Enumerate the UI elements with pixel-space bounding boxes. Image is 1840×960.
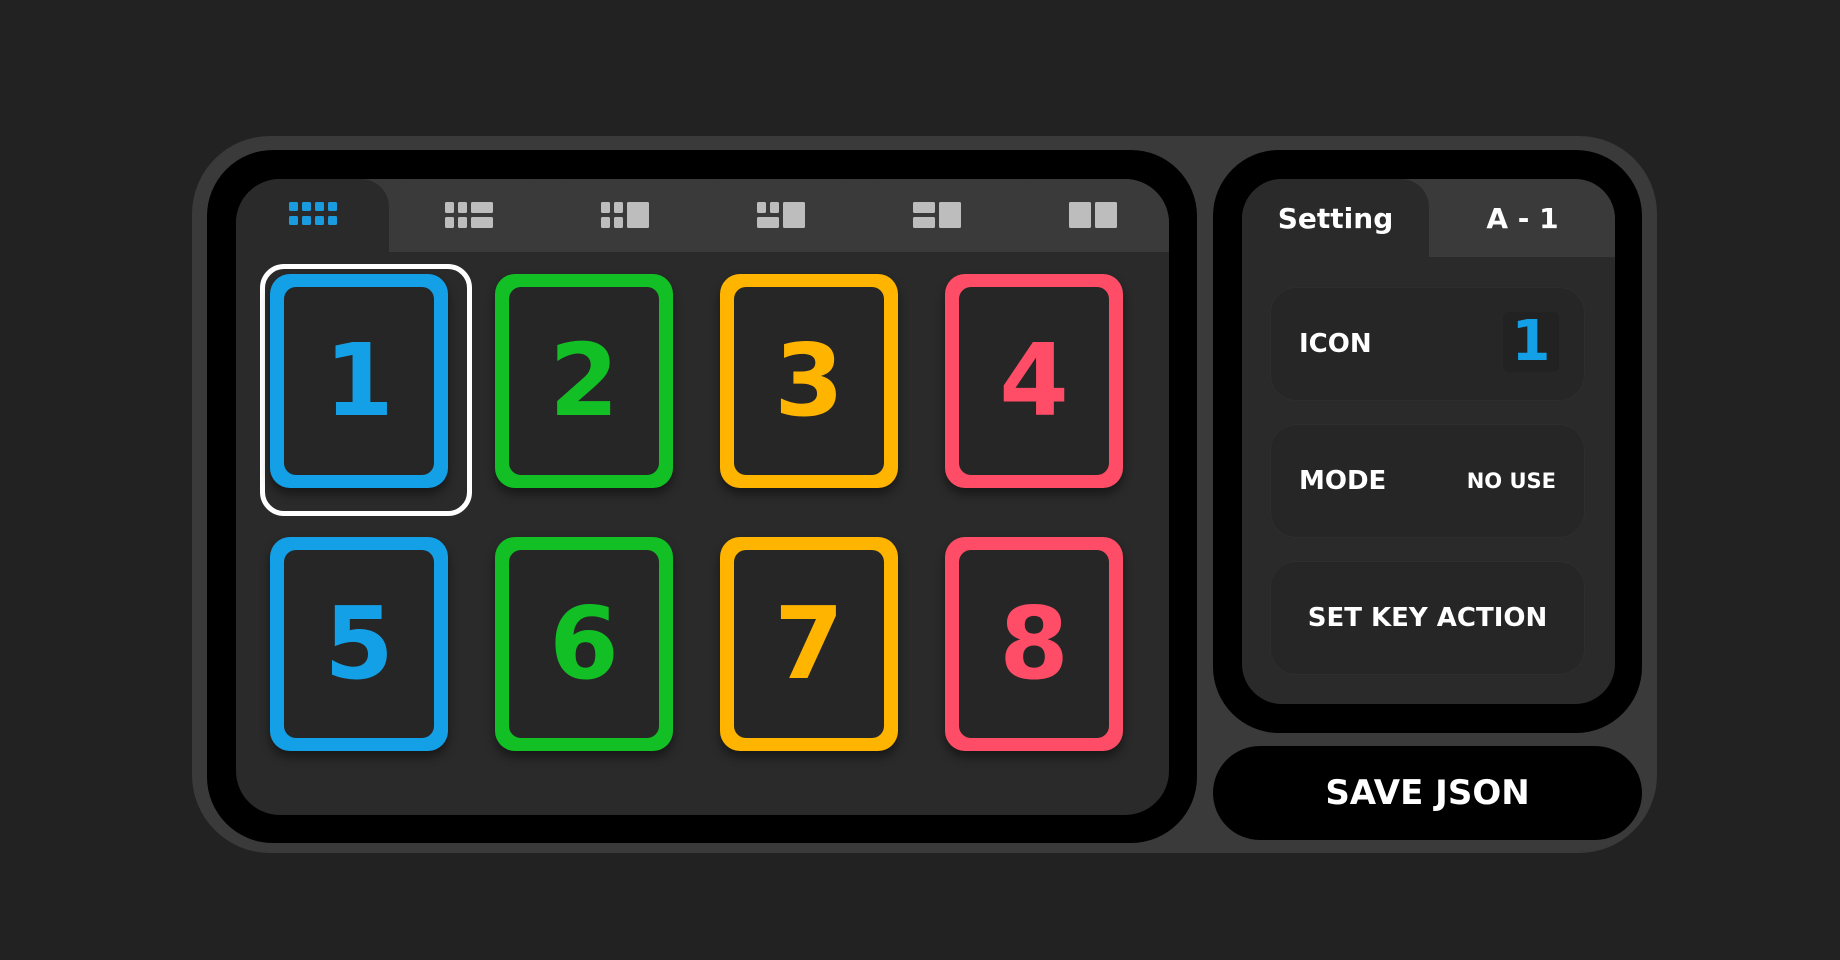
key-6[interactable]: 6 [489,531,697,775]
settings-panel-inner: Setting A - 1 ICON 1 MODE NO USE SET KEY… [1242,179,1615,704]
save-json-button[interactable]: SAVE JSON [1213,746,1642,840]
layout-tab-grid-1x2-mixed[interactable] [860,179,1013,252]
key-7-frame: 7 [720,537,898,751]
key-4-label: 4 [959,287,1109,475]
key-3[interactable]: 3 [714,268,922,512]
icon-row-label: ICON [1299,329,1372,359]
icon-row: ICON 1 [1270,287,1585,401]
key-1-frame: 1 [270,274,448,488]
key-8[interactable]: 8 [939,531,1147,775]
key-grid: 1 2 3 4 5 6 7 8 [236,252,1169,815]
grid-2x1-icon [1068,201,1117,228]
key-4[interactable]: 4 [939,268,1147,512]
key-7[interactable]: 7 [714,531,922,775]
set-key-action-button[interactable]: SET KEY ACTION [1270,561,1585,675]
key-5[interactable]: 5 [264,531,472,775]
mode-row: MODE NO USE [1270,424,1585,538]
mode-row-label: MODE [1299,466,1387,496]
key-6-frame: 6 [495,537,673,751]
keypad-panel: 1 2 3 4 5 6 7 8 [207,150,1197,843]
keypad-panel-inner: 1 2 3 4 5 6 7 8 [236,179,1169,815]
grid-1x2-mixed-icon [912,201,961,228]
mode-select[interactable]: NO USE [1467,424,1556,538]
grid-2x1-mixed-icon [756,201,805,228]
key-3-label: 3 [734,287,884,475]
tab-setting[interactable]: Setting [1242,179,1429,257]
key-2[interactable]: 2 [489,268,697,512]
settings-panel: Setting A - 1 ICON 1 MODE NO USE SET KEY… [1213,150,1642,733]
key-2-label: 2 [509,287,659,475]
grid-2x2-wide-icon [600,201,649,228]
layout-tab-grid-2x2-wide[interactable] [548,179,701,252]
key-1-label: 1 [284,287,434,475]
icon-value-input[interactable]: 1 [1503,312,1559,372]
layout-tab-grid-3x2[interactable] [392,179,545,252]
grid-3x2-icon [444,201,493,228]
layout-tab-grid-2x1-mixed[interactable] [704,179,857,252]
key-7-label: 7 [734,550,884,738]
key-5-label: 5 [284,550,434,738]
key-3-frame: 3 [720,274,898,488]
key-1[interactable]: 1 [260,264,472,516]
key-5-frame: 5 [270,537,448,751]
key-8-frame: 8 [945,537,1123,751]
key-6-label: 6 [509,550,659,738]
grid-4x2-icon [288,201,337,225]
key-8-label: 8 [959,550,1109,738]
layout-tab-bar [236,179,1169,252]
device-frame: 1 2 3 4 5 6 7 8 Setting A - 1 ICON 1 MOD… [192,136,1657,853]
layout-tab-grid-4x2[interactable] [236,179,389,252]
key-4-frame: 4 [945,274,1123,488]
key-2-frame: 2 [495,274,673,488]
tab-key-id[interactable]: A - 1 [1429,179,1615,257]
layout-tab-grid-2x1[interactable] [1016,179,1169,252]
settings-tab-bar: Setting A - 1 [1242,179,1615,257]
